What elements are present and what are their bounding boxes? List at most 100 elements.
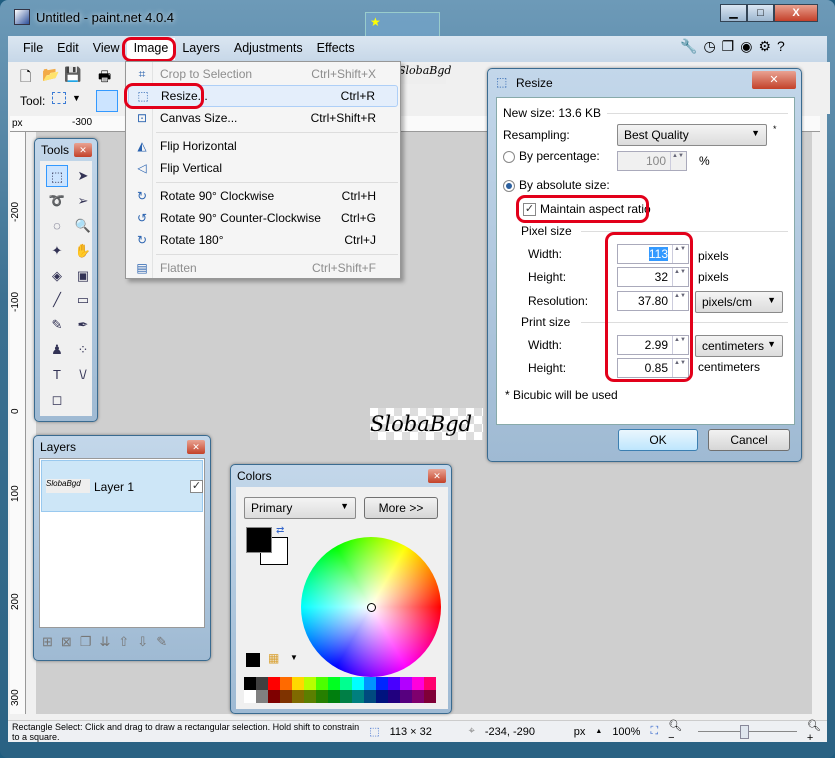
palette-swatch[interactable] <box>304 690 316 703</box>
move-selected-tool-icon[interactable]: ➤ <box>72 165 94 187</box>
more-colors-button[interactable]: More >> <box>364 497 438 519</box>
gradient-tool-icon[interactable]: ▣ <box>72 265 94 287</box>
menu-file[interactable]: File <box>16 38 50 60</box>
shapes-tool-icon[interactable]: ◻ <box>46 389 68 411</box>
palette-swatch[interactable] <box>256 677 268 690</box>
menu-item-crop-to-selection[interactable]: ⌗ Crop to Selection Ctrl+Shift+X <box>128 63 398 85</box>
duplicate-layer-icon[interactable]: ❐ <box>80 634 92 650</box>
clone-stamp-tool-icon[interactable]: ♟ <box>46 339 68 361</box>
tools-panel-close[interactable]: ✕ <box>74 143 92 157</box>
cancel-button[interactable]: Cancel <box>708 429 790 451</box>
palette-swatch[interactable] <box>352 690 364 703</box>
palette-swatch[interactable] <box>340 677 352 690</box>
line-tool-icon[interactable]: \/ <box>72 364 94 386</box>
menu-adjustments[interactable]: Adjustments <box>227 38 310 60</box>
by-percentage-radio[interactable] <box>503 151 515 163</box>
primary-color-swatch[interactable] <box>246 527 272 553</box>
menu-view[interactable]: View <box>86 38 127 60</box>
palette-swatch[interactable] <box>292 690 304 703</box>
layer-row[interactable]: SlobaBgd Layer 1 ✓ <box>41 460 203 512</box>
print-unit-dropdown[interactable]: centimeters ▼ <box>695 335 783 357</box>
palette-swatch[interactable] <box>244 690 256 703</box>
ok-button[interactable]: OK <box>618 429 698 451</box>
layers-panel-close[interactable]: ✕ <box>187 440 205 454</box>
layers-toggle-icon[interactable]: ❐ <box>722 38 735 55</box>
new-file-icon[interactable]: 🗋 <box>20 66 31 90</box>
zoom-tool-icon[interactable]: 🔍 <box>72 215 94 237</box>
print-icon[interactable]: 🖶 <box>98 66 111 90</box>
palette-swatch[interactable] <box>256 690 268 703</box>
palette-swatch[interactable] <box>340 690 352 703</box>
paintbrush-tool-icon[interactable]: ╱ <box>46 289 68 311</box>
rectangle-select-tool-icon[interactable]: ⬚ <box>46 165 68 187</box>
delete-layer-icon[interactable]: ⊠ <box>61 634 72 650</box>
rectangle-select-icon[interactable] <box>52 92 66 104</box>
zoom-level[interactable]: 100% <box>612 726 640 738</box>
zoom-in-icon[interactable]: 🔍︎+ <box>807 719 827 744</box>
recolor-tool-icon[interactable]: ⁘ <box>72 339 94 361</box>
history-icon[interactable]: ◷ <box>703 38 715 55</box>
save-icon[interactable]: 💾 <box>64 66 81 83</box>
colors-toggle-icon[interactable]: ◉ <box>740 38 752 55</box>
palette-swatch[interactable] <box>388 677 400 690</box>
eraser-tool-icon[interactable]: ▭ <box>72 289 94 311</box>
palette-swatch[interactable] <box>364 690 376 703</box>
palette-swatch[interactable] <box>328 677 340 690</box>
zoom-out-icon[interactable]: 🔍︎− <box>668 719 688 744</box>
resize-dialog-close[interactable]: ✕ <box>752 71 796 89</box>
palette-swatch[interactable] <box>424 690 436 703</box>
palette-swatch[interactable] <box>328 690 340 703</box>
menu-item-canvas-size[interactable]: ⊡ Canvas Size... Ctrl+Shift+R <box>128 107 398 129</box>
magic-wand-tool-icon[interactable]: ✦ <box>46 240 68 262</box>
paint-bucket-tool-icon[interactable]: ◈ <box>46 265 68 287</box>
palette-swatch[interactable] <box>304 677 316 690</box>
add-layer-icon[interactable]: ⊞ <box>42 634 53 650</box>
palette-swatch[interactable] <box>412 690 424 703</box>
zoom-to-window-icon[interactable]: ⛶ <box>650 725 658 738</box>
menu-item-rotate-ccw[interactable]: ↺ Rotate 90° Counter-Clockwise Ctrl+G <box>128 207 398 229</box>
ellipse-select-tool-icon[interactable]: ◌ <box>46 215 68 237</box>
palette-swatch[interactable] <box>400 677 412 690</box>
menu-item-flatten[interactable]: ▤ Flatten Ctrl+Shift+F <box>128 257 398 279</box>
palette-swatch[interactable] <box>280 690 292 703</box>
palette-swatch[interactable] <box>376 690 388 703</box>
move-selection-tool-icon[interactable]: ➢ <box>72 190 94 212</box>
palette-swatch[interactable] <box>400 690 412 703</box>
text-tool-icon[interactable]: T <box>46 364 68 386</box>
palette-swatch[interactable] <box>316 677 328 690</box>
colors-panel-close[interactable]: ✕ <box>428 469 446 483</box>
menu-layers[interactable]: Layers <box>175 38 227 60</box>
tools-toggle-icon[interactable]: 🔧 <box>680 38 697 55</box>
layer-properties-icon[interactable]: ✎ <box>156 634 167 650</box>
palette-swatch[interactable] <box>268 677 280 690</box>
palette-swatch[interactable] <box>316 690 328 703</box>
zoom-slider[interactable] <box>698 724 797 739</box>
menu-item-flip-horizontal[interactable]: ◭ Flip Horizontal <box>128 135 398 157</box>
close-button[interactable]: X <box>774 4 818 22</box>
palette-swatch[interactable] <box>388 690 400 703</box>
resampling-dropdown[interactable]: Best Quality ▼ <box>617 124 767 146</box>
settings-icon[interactable]: ⚙ <box>758 38 771 55</box>
palette-swatch[interactable] <box>376 677 388 690</box>
move-layer-up-icon[interactable]: ⇧ <box>118 634 129 650</box>
palette-swatch[interactable] <box>364 677 376 690</box>
merge-layer-icon[interactable]: ⇊ <box>99 634 110 650</box>
tool-dropdown-arrow[interactable]: ▼ <box>72 93 81 103</box>
palette-swatch[interactable] <box>352 677 364 690</box>
palette-menu-icon[interactable]: ▦ <box>268 651 279 665</box>
lasso-select-tool-icon[interactable]: ➰ <box>46 190 68 212</box>
palette-swatch[interactable] <box>412 677 424 690</box>
selection-mode-button[interactable] <box>96 90 118 112</box>
minimize-button[interactable]: ▁ <box>720 4 747 22</box>
pan-tool-icon[interactable]: ✋ <box>72 240 94 262</box>
menu-item-flip-vertical[interactable]: ◁ Flip Vertical <box>128 157 398 179</box>
by-absolute-size-radio[interactable] <box>503 180 515 192</box>
layer-visibility-checkbox[interactable]: ✓ <box>190 480 203 493</box>
color-wheel[interactable] <box>301 537 441 677</box>
unit-selector[interactable]: px <box>574 726 586 738</box>
palette-swatch[interactable] <box>268 690 280 703</box>
maximize-button[interactable]: □ <box>747 4 774 22</box>
palette-swatch[interactable] <box>280 677 292 690</box>
unit-dropdown-arrow[interactable]: ▲ <box>595 728 602 735</box>
add-color-icon[interactable] <box>246 653 260 667</box>
